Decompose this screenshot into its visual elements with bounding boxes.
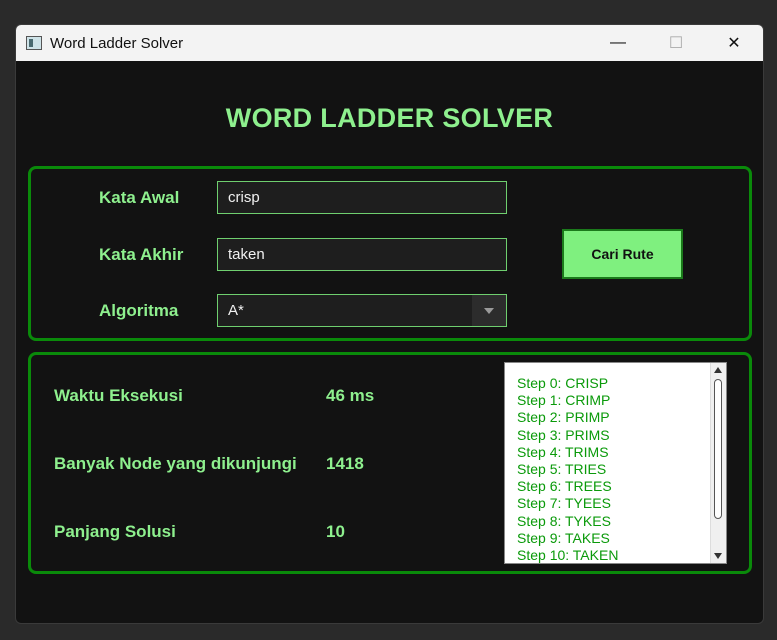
start-word-label: Kata Awal <box>99 188 180 207</box>
search-route-button[interactable]: Cari Rute <box>562 229 683 279</box>
close-icon: ✕ <box>727 35 741 52</box>
step-item: Step 0: CRISP <box>517 375 609 391</box>
minimize-button[interactable]: — <box>589 25 647 61</box>
window-title: Word Ladder Solver <box>50 34 184 52</box>
solution-length-value: 10 <box>326 522 345 541</box>
step-item: Step 5: TRIES <box>517 461 607 478</box>
chevron-down-icon[interactable] <box>472 295 506 326</box>
minimize-icon: — <box>610 34 626 51</box>
step-item: Step 8: TYKES <box>517 512 611 529</box>
step-item: Step 2: PRIMP <box>517 409 610 426</box>
step-item: Step 10: TAKEN <box>517 547 619 564</box>
execution-time-label: Waktu Eksekusi <box>54 386 183 405</box>
algorithm-value: A* <box>228 302 244 319</box>
end-word-input[interactable]: taken <box>217 238 507 271</box>
step-item: Step 3: PRIMS <box>517 426 610 443</box>
app-window: Word Ladder Solver — ☐ ✕ WORD LADDER SOL… <box>15 24 764 624</box>
page-title: WORD LADDER SOLVER <box>225 103 554 133</box>
app-window-icon <box>26 36 42 50</box>
close-button[interactable]: ✕ <box>705 25 763 61</box>
visited-nodes-label: Banyak Node yang dikunjungi <box>54 454 297 473</box>
solution-steps-list[interactable]: Step 0: CRISP Step 1: CRIMP Step 2: PRIMP S… <box>504 362 727 564</box>
start-word-input[interactable]: crisp <box>217 181 507 214</box>
step-item: Step 9: TAKES <box>517 529 610 546</box>
scroll-thumb[interactable] <box>714 379 722 519</box>
maximize-icon: ☐ <box>668 35 684 52</box>
step-item: Step 6: TREES <box>517 478 612 495</box>
step-item: Step 4: TRIMS <box>517 443 609 460</box>
visited-nodes-value: 1418 <box>326 454 364 473</box>
maximize-button[interactable]: ☐ <box>647 25 705 61</box>
end-word-label: Kata Akhir <box>99 245 184 264</box>
solution-length-label: Panjang Solusi <box>54 522 176 541</box>
algorithm-label: Algoritma <box>99 301 179 320</box>
algorithm-select[interactable]: A* <box>217 294 507 327</box>
start-word-value: crisp <box>228 189 260 206</box>
end-word-value: taken <box>228 246 265 263</box>
step-item: Step 7: TYEES <box>517 495 611 512</box>
step-item: Step 1: CRIMP <box>517 392 611 409</box>
steps-scrollbar[interactable] <box>710 363 726 563</box>
title-bar: Word Ladder Solver — ☐ ✕ <box>16 25 763 61</box>
execution-time-value: 46 ms <box>326 386 375 405</box>
steps-container: Step 0: CRISP Step 1: CRIMP Step 2: PRIMP S… <box>517 375 619 564</box>
scroll-up-icon[interactable] <box>714 367 722 373</box>
scroll-down-icon[interactable] <box>714 553 722 559</box>
